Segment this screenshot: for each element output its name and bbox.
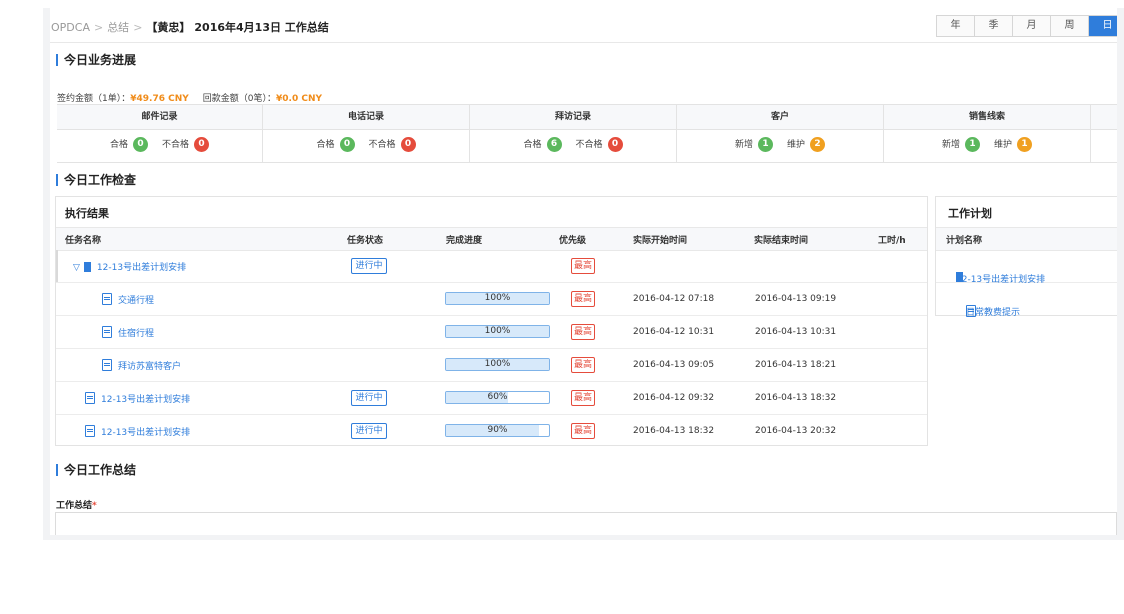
work-plan: 工作计划 计划名称 12-13号出差计划安排 日常教费提示 (935, 196, 1117, 318)
execution-results: 执行结果 任务名称 任务状态 完成进度 优先级 实际开始时间 实际结束时间 工时… (55, 196, 928, 446)
stats-email: 邮件记录 合格 0 不合格 0 (57, 105, 263, 162)
table-row[interactable]: 交通行程 100% 最高 2016-04-12 07:18 2016-04-13… (56, 283, 927, 316)
status-badge: 进行中 (351, 390, 387, 406)
breadcrumb-root[interactable]: OPDCA (51, 21, 90, 34)
priority-badge: 最高 (571, 291, 595, 307)
document-icon (102, 326, 112, 338)
end-time: 2016-04-13 10:31 (755, 327, 837, 337)
table-row[interactable]: 12-13号出差计划安排 进行中 60% 最高 2016-04-12 09:32… (56, 382, 927, 415)
section-title-progress: 今日业务进展 (56, 54, 136, 66)
table-row[interactable]: 住宿行程 100% 最高 2016-04-12 10:31 2016-04-13… (56, 316, 927, 349)
stats-header: 销售线索 (968, 112, 1005, 122)
summary-textarea[interactable] (55, 512, 1117, 535)
task-name[interactable]: ▽ 12-13号出差计划安排 (73, 260, 186, 273)
task-name[interactable]: 交通行程 (102, 293, 154, 306)
start-time: 2016-04-12 10:31 (633, 327, 715, 337)
count-badge[interactable]: 1 (1017, 137, 1033, 152)
plan-table-header: 计划名称 (936, 227, 1117, 251)
priority-badge: 最高 (571, 390, 595, 406)
end-time: 2016-04-13 20:32 (755, 426, 837, 436)
end-time: 2016-04-13 18:21 (755, 360, 837, 370)
count-badge[interactable]: 0 (194, 137, 210, 152)
progress-bar: 100% (445, 325, 550, 338)
plan-title: 工作计划 (948, 207, 992, 220)
section-title-summary: 今日工作总结 (56, 464, 136, 476)
summary-panel: OPDCA > 总结 > 【黄忠】 2016年4月13日 工作总结 年 季 月 周 日 今… (50, 8, 1117, 535)
plan-item[interactable]: 12-13号出差计划安排 (936, 250, 1117, 285)
progress-bar: 60% (445, 391, 550, 404)
breadcrumb: OPDCA > 总结 > 【黄忠】 2016年4月13日 工作总结 (51, 19, 329, 35)
task-name[interactable]: 12-13号出差计划安排 (85, 425, 190, 438)
count-badge[interactable]: 2 (810, 137, 826, 152)
refund-amount-label: 回款金额（0笔）： (202, 94, 276, 104)
table-row[interactable]: ▽ 12-13号出差计划安排 进行中 最高 (56, 250, 927, 283)
document-icon (102, 293, 112, 305)
tab-week[interactable]: 周 (1050, 16, 1088, 36)
business-stats: 邮件记录 合格 0 不合格 0 电话记录 合格 0 不合格 0 拜访记录 合格 6 不合格 0 客… (57, 104, 1117, 163)
required-mark: * (92, 501, 97, 511)
count-badge[interactable]: 1 (965, 137, 980, 152)
end-time: 2016-04-13 09:19 (755, 294, 837, 304)
table-row[interactable]: 12-13号出差计划安排 进行中 90% 最高 2016-04-13 18:32… (56, 415, 927, 447)
chevron-right-icon: > (133, 21, 143, 34)
stats-visit: 拜访记录 合格 6 不合格 0 (470, 105, 677, 162)
start-time: 2016-04-12 07:18 (633, 294, 715, 304)
stats-phone: 电话记录 合格 0 不合格 0 (263, 105, 470, 162)
execution-title: 执行结果 (65, 207, 109, 220)
count-badge[interactable]: 1 (758, 137, 773, 152)
priority-badge: 最高 (571, 357, 595, 373)
stats-customer: 客户 新增 1 维护 2 (677, 105, 884, 162)
count-badge[interactable]: 0 (339, 137, 355, 152)
folder-icon (83, 262, 91, 272)
stats-header: 电话记录 (347, 112, 384, 122)
execution-table-header: 任务名称 任务状态 完成进度 优先级 实际开始时间 实际结束时间 工时/h (56, 227, 927, 251)
count-badge[interactable]: 0 (133, 137, 148, 152)
count-badge[interactable]: 0 (400, 137, 416, 152)
progress-bar: 100% (445, 292, 550, 305)
progress-bar: 90% (445, 424, 550, 437)
chevron-right-icon: > (93, 21, 104, 34)
progress-bar: 100% (445, 358, 550, 371)
start-time: 2016-04-13 09:05 (633, 360, 715, 370)
refund-amount-value: ¥0.0 CNY (276, 94, 322, 104)
period-switcher: 年 季 月 周 日 (936, 15, 1117, 37)
stats-header: 拜访记录 (554, 112, 591, 122)
page-title: 2016年4月13日 工作总结 (194, 21, 329, 34)
breadcrumb-person: 【黄忠】 (146, 21, 191, 34)
count-badge[interactable]: 0 (607, 137, 623, 152)
priority-badge: 最高 (571, 423, 595, 439)
signed-amount-value: ¥49.76 CNY (130, 94, 189, 104)
priority-badge: 最高 (571, 258, 595, 274)
start-time: 2016-04-12 09:32 (633, 393, 715, 403)
task-name[interactable]: 12-13号出差计划安排 (85, 392, 190, 405)
task-name[interactable]: 拜访苏富特客户 (102, 359, 181, 372)
caret-down-icon[interactable]: ▽ (73, 263, 80, 273)
table-row[interactable]: 拜访苏富特客户 100% 最高 2016-04-13 09:05 2016-04… (56, 349, 927, 382)
breadcrumb-summary[interactable]: 总结 (107, 21, 129, 34)
stats-leads: 销售线索 新增 1 维护 1 (884, 105, 1091, 162)
stats-header: 邮件记录 (141, 112, 178, 122)
tab-day[interactable]: 日 (1088, 16, 1117, 36)
status-badge: 进行中 (351, 258, 387, 274)
start-time: 2016-04-13 18:32 (633, 426, 715, 436)
priority-badge: 最高 (571, 324, 595, 340)
plan-item[interactable]: 日常教费提示 (936, 283, 1117, 318)
document-icon (85, 425, 95, 437)
end-time: 2016-04-13 18:32 (755, 393, 837, 403)
tab-quarter[interactable]: 季 (974, 16, 1012, 36)
document-icon (85, 392, 95, 404)
tab-month[interactable]: 月 (1012, 16, 1050, 36)
section-title-check: 今日工作检查 (56, 174, 136, 186)
document-icon (102, 359, 112, 371)
task-name[interactable]: 住宿行程 (102, 326, 154, 339)
tab-year[interactable]: 年 (937, 16, 974, 36)
amount-summary: 签约金额（1单）：¥49.76 CNY 回款金额（0笔）：¥0.0 CNY (57, 91, 1115, 104)
count-badge[interactable]: 6 (546, 137, 562, 152)
signed-amount-label: 签约金额（1单）： (57, 94, 131, 104)
top-bar: OPDCA > 总结 > 【黄忠】 2016年4月13日 工作总结 年 季 月 周 日 (50, 8, 1117, 43)
summary-field-label: 工作总结* (56, 501, 97, 511)
stats-header: 客户 (770, 112, 789, 122)
status-badge: 进行中 (351, 423, 387, 439)
